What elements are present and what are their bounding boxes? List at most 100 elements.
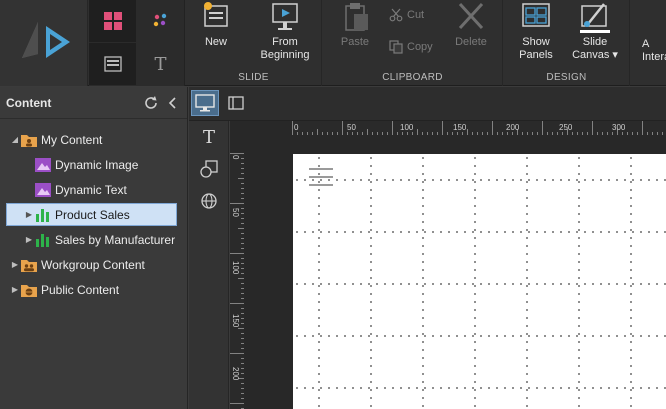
grid-icon — [103, 12, 122, 30]
panels-icon — [522, 3, 550, 27]
app-logo — [0, 0, 88, 86]
slide-canvas-button[interactable]: Slide Canvas ▾ — [570, 0, 620, 62]
tree-item-dynamic-text[interactable]: Dynamic Text — [0, 177, 187, 202]
from-beginning-label: From Beginning — [260, 36, 310, 61]
ruler-tick-label: 50 — [231, 208, 240, 217]
content-panel-header: Content — [0, 87, 187, 119]
ruler-tick-label: 250 — [559, 123, 573, 132]
dynamic-text-icon — [35, 182, 51, 197]
shape-icon — [200, 160, 218, 178]
ruler-tick-label: 150 — [231, 314, 240, 328]
copy-button[interactable]: Copy — [389, 40, 433, 54]
ruler-tick-label: 0 — [294, 123, 299, 132]
tree-item-my-content[interactable]: ◢ My Content — [0, 127, 187, 152]
interactions-button[interactable]: A Intera — [642, 38, 666, 64]
tree-item-label: Dynamic Image — [55, 157, 139, 172]
ruler-tick-label: 100 — [231, 261, 240, 275]
tree-item-dynamic-image[interactable]: Dynamic Image — [0, 152, 187, 177]
show-panels-label: Show Panels — [519, 36, 553, 61]
scissors-icon — [389, 8, 403, 22]
folder-group-icon — [21, 259, 37, 272]
slide-canvas-area: 0 50 100 150 200 250 300 0 50 100 150 200 — [230, 121, 666, 409]
insert-toolbar: T — [189, 121, 229, 409]
palette-icon — [153, 13, 166, 27]
horizontal-ruler: 0 50 100 150 200 250 300 — [292, 121, 666, 135]
new-slide-label: New — [204, 36, 227, 48]
from-beginning-button[interactable]: From Beginning — [256, 0, 314, 62]
ruler-tick-label: 0 — [231, 155, 240, 160]
tree-item-product-sales[interactable]: ▶ Product Sales — [0, 202, 187, 227]
insert-web-button[interactable] — [189, 185, 229, 217]
tree-item-public-content[interactable]: ▶ Public Content — [0, 277, 187, 302]
folder-globe-icon — [21, 284, 37, 297]
monitor-icon — [195, 94, 215, 112]
app-window: T New From Beginning SLIDE Paste Cut Cop… — [0, 0, 666, 409]
refresh-icon[interactable] — [143, 95, 159, 111]
desktop-view-button[interactable] — [191, 90, 219, 116]
collapsed-arrow-icon[interactable]: ▶ — [24, 210, 34, 219]
slide-canvas-label: Slide Canvas ▾ — [572, 36, 618, 61]
expanded-arrow-icon[interactable]: ◢ — [10, 135, 20, 144]
text-icon: T — [202, 126, 215, 148]
delete-label: Delete — [455, 36, 487, 48]
paste-icon — [345, 3, 368, 31]
play-slideshow-icon — [272, 3, 298, 30]
text-mode-button[interactable]: T — [137, 43, 184, 85]
collapsed-arrow-icon[interactable]: ▶ — [24, 235, 34, 244]
collapse-panel-icon[interactable] — [165, 95, 181, 111]
ribbon: T New From Beginning SLIDE Paste Cut Cop… — [0, 0, 666, 86]
content-panel-title: Content — [6, 95, 52, 110]
design-group: Show Panels Slide Canvas ▾ DESIGN — [504, 0, 630, 86]
collapsed-arrow-icon[interactable]: ▶ — [10, 260, 20, 269]
tree-item-label: Dynamic Text — [55, 182, 127, 197]
ruler-tick-label: 100 — [400, 123, 414, 132]
mode-selector: T — [89, 0, 185, 86]
new-slide-icon — [204, 2, 228, 27]
ruler-tick-label: 300 — [612, 123, 626, 132]
tree-item-label: Public Content — [41, 282, 120, 297]
content-panel: Content ◢ My Content Dynamic Image Dynam… — [0, 87, 188, 409]
paste-button[interactable]: Paste — [333, 0, 377, 49]
insert-shape-button[interactable] — [189, 153, 229, 185]
view-toolbar — [189, 87, 666, 121]
clipboard-group-label: CLIPBOARD — [382, 72, 443, 83]
cut-label: Cut — [407, 9, 425, 21]
tree-item-label: Sales by Manufacturer — [55, 232, 176, 247]
slide-canvas-icon — [580, 3, 610, 33]
ruler-tick-label: 200 — [506, 123, 520, 132]
content-tree: ◢ My Content Dynamic Image Dynamic Text … — [0, 127, 187, 302]
ruler-tick-label: 50 — [347, 123, 356, 132]
new-slide-button[interactable]: New — [194, 0, 238, 49]
globe-icon — [201, 193, 217, 209]
dashboard-mode-button[interactable] — [89, 0, 136, 42]
layout-mode-button[interactable] — [89, 43, 136, 85]
slide-grid — [293, 154, 666, 409]
ruler-tick-label: 200 — [231, 367, 240, 381]
design-group-label: DESIGN — [546, 72, 587, 83]
tree-item-sales-by-manufacturer[interactable]: ▶ Sales by Manufacturer — [0, 227, 187, 252]
palette-mode-button[interactable] — [137, 0, 184, 42]
panel-view-button[interactable] — [223, 90, 249, 116]
tree-item-label: Product Sales — [55, 207, 130, 222]
cut-button[interactable]: Cut — [389, 8, 424, 22]
tree-item-workgroup-content[interactable]: ▶ Workgroup Content — [0, 252, 187, 277]
collapsed-arrow-icon[interactable]: ▶ — [10, 285, 20, 294]
slide-group-label: SLIDE — [238, 72, 269, 83]
dynamic-image-icon — [35, 157, 51, 172]
copy-label: Copy — [407, 41, 433, 53]
interactions-label: A Intera — [642, 38, 666, 63]
slide[interactable] — [293, 154, 666, 409]
hamburger-menu-icon[interactable] — [309, 168, 333, 186]
tree-item-label: Workgroup Content — [41, 257, 145, 272]
delete-button[interactable]: Delete — [451, 0, 491, 49]
clipboard-group: Paste Cut Copy Delete CLIPBOARD — [323, 0, 503, 86]
tree-item-label: My Content — [41, 132, 103, 147]
insert-text-button[interactable]: T — [189, 121, 229, 153]
text-icon: T — [154, 53, 167, 75]
copy-icon — [389, 40, 403, 54]
sidebar-layout-icon — [228, 96, 244, 110]
bar-chart-icon — [36, 208, 49, 222]
show-panels-button[interactable]: Show Panels — [514, 0, 558, 62]
delete-icon — [458, 2, 484, 30]
folder-user-icon — [21, 134, 37, 147]
